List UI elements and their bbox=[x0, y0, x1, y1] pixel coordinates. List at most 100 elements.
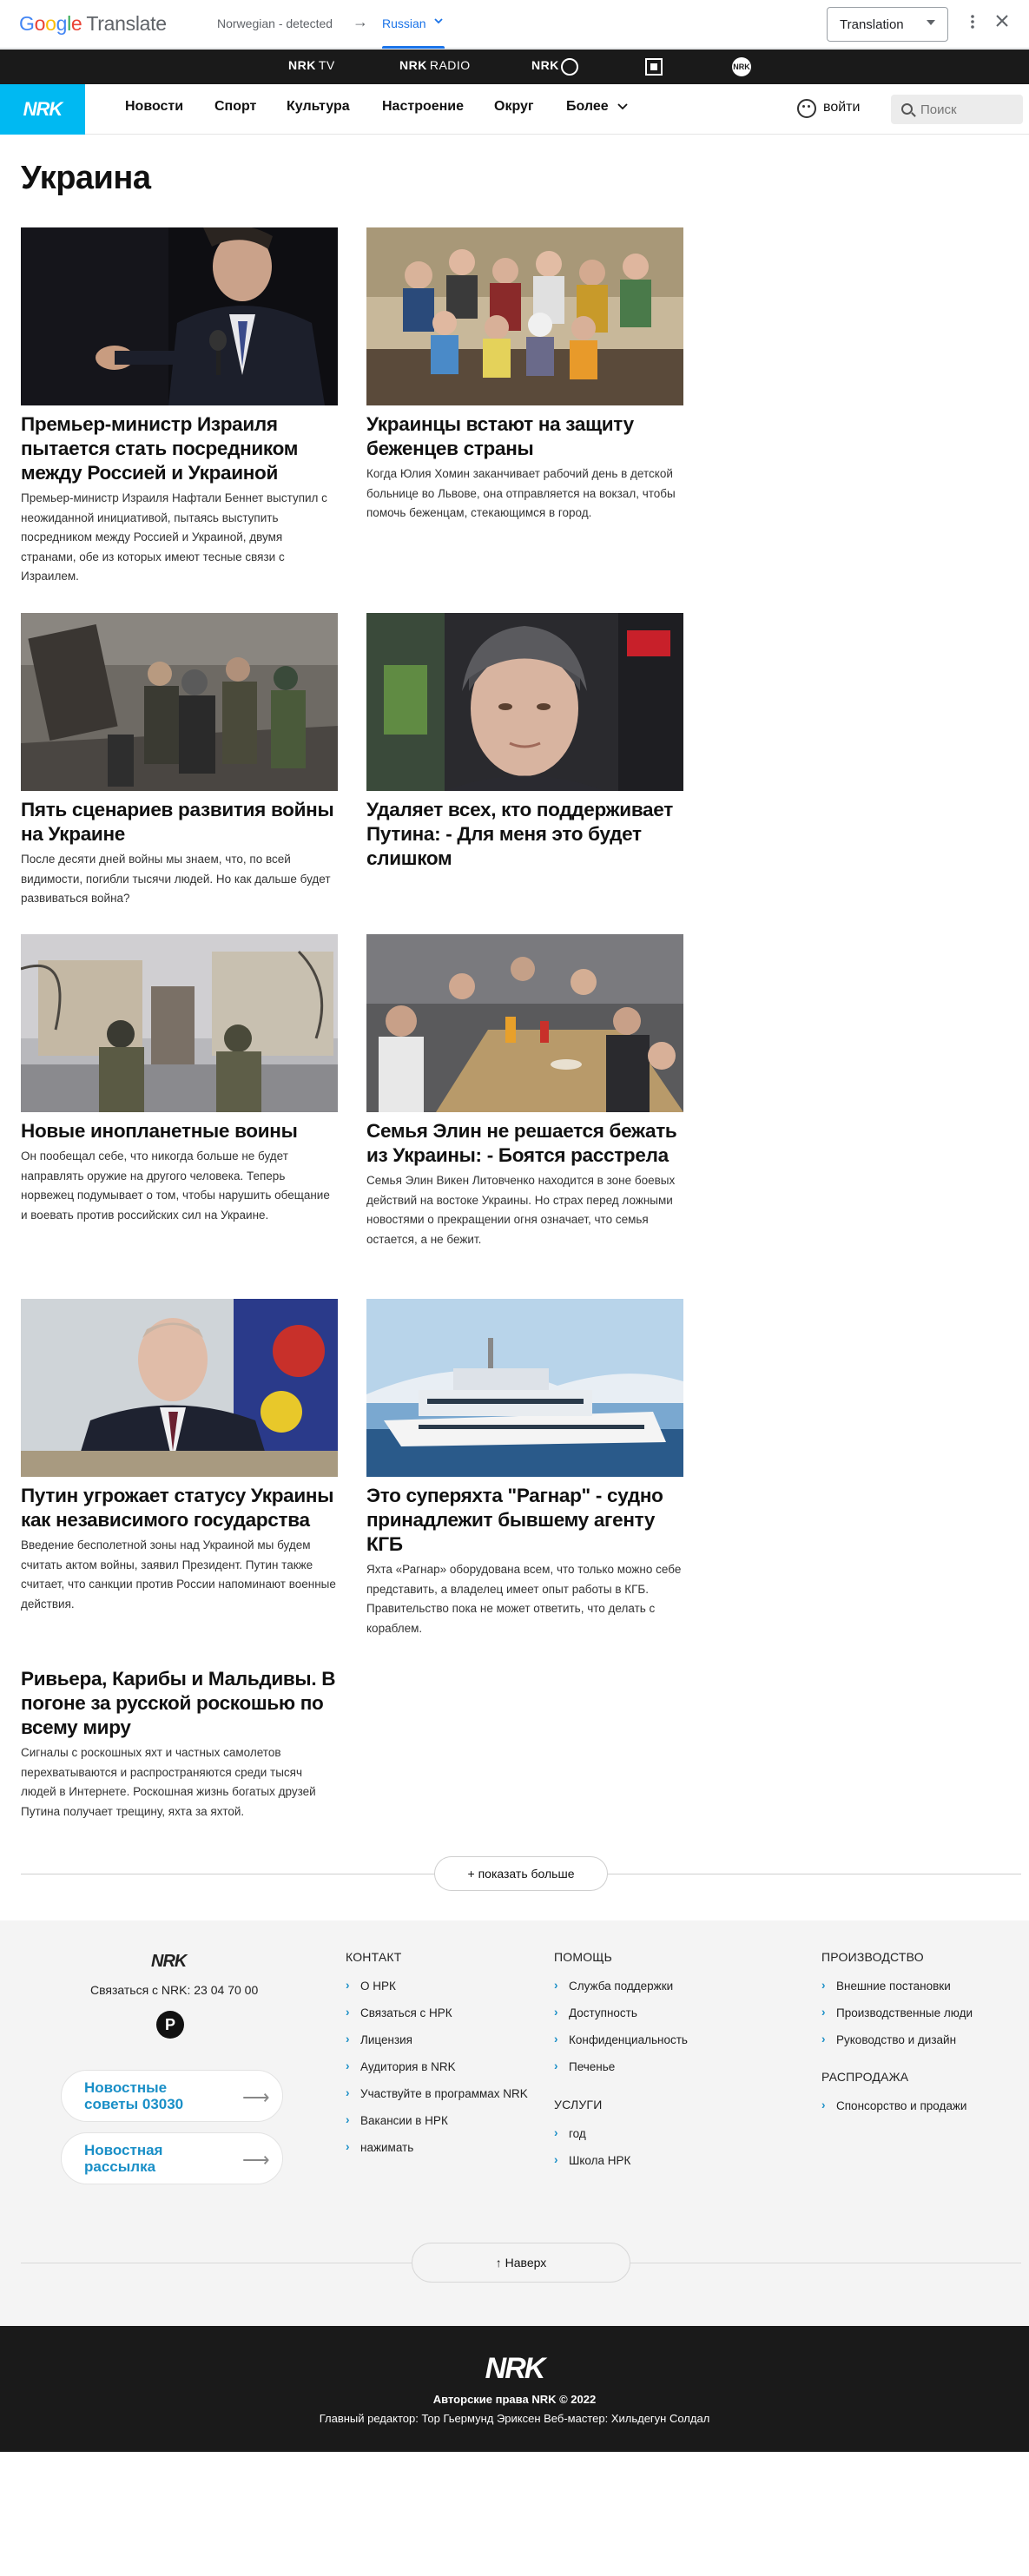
news-tips-button[interactable]: Новостные советы 03030 ⟶ bbox=[61, 2070, 283, 2122]
arrow-right-icon: ⟶ bbox=[242, 2149, 270, 2171]
article-title[interactable]: Премьер-министр Израиля пытается стать п… bbox=[21, 412, 338, 485]
article-card[interactable]: Новые инопланетные воины Он пообещал себ… bbox=[21, 934, 338, 1225]
back-to-top-button[interactable]: ↑ Наверх bbox=[412, 2243, 630, 2283]
super-icon[interactable] bbox=[561, 58, 578, 76]
article-image[interactable] bbox=[366, 613, 683, 791]
chevron-right-icon: › bbox=[346, 2006, 350, 2019]
article-card[interactable]: Пять сценариев развития войны на Украине… bbox=[21, 613, 338, 909]
nrk-logo[interactable]: NRK bbox=[0, 84, 85, 135]
nrk-radio-link[interactable]: NRK RADIO bbox=[399, 58, 471, 72]
article-image[interactable] bbox=[366, 227, 683, 405]
article-card[interactable]: Удаляет всех, кто поддерживает Путина: -… bbox=[366, 613, 683, 871]
footer-link[interactable]: › Аудитория в NRK bbox=[346, 2059, 456, 2073]
login-link[interactable]: войти bbox=[823, 100, 860, 115]
nrk-ung-icon[interactable]: NRK bbox=[732, 57, 751, 76]
chevron-right-icon: › bbox=[821, 2006, 826, 2019]
bottom-nrk-logo[interactable]: NRK bbox=[0, 2352, 1029, 2386]
chevron-right-icon: › bbox=[821, 2098, 826, 2112]
footer-link[interactable]: › Доступность bbox=[554, 2006, 637, 2019]
editor-credits: Главный редактор: Тор Гьермунд Эриксен В… bbox=[319, 2412, 710, 2425]
chevron-right-icon: › bbox=[554, 2153, 558, 2166]
chevron-right-icon: › bbox=[821, 1979, 826, 1992]
article-image[interactable] bbox=[21, 227, 338, 405]
footer-link[interactable]: › год bbox=[554, 2126, 586, 2140]
translation-mode-label: Translation bbox=[840, 16, 904, 32]
google-translate-logo[interactable]: Google Translate bbox=[19, 12, 167, 36]
footer-heading-contact: КОНТАКТ bbox=[346, 1950, 402, 1964]
article-title[interactable]: Украинцы встают на защиту беженцев стран… bbox=[366, 412, 683, 461]
article-card[interactable]: Украинцы встают на защиту беженцев стран… bbox=[366, 227, 683, 524]
p-icon[interactable]: P bbox=[156, 2011, 184, 2039]
chevron-right-icon: › bbox=[821, 2032, 826, 2046]
footer-heading-help: ПОМОЩЬ bbox=[554, 1950, 613, 1964]
article-title[interactable]: Новые инопланетные воины bbox=[21, 1119, 338, 1143]
article-title[interactable]: Это суперяхта "Рагнар" - судно принадлеж… bbox=[366, 1484, 683, 1557]
search-icon bbox=[901, 103, 913, 115]
service-bar: NRK TV NRK RADIO NRK NRK bbox=[0, 49, 1029, 84]
article-title[interactable]: Семья Элин не решается бежать из Украины… bbox=[366, 1119, 683, 1168]
footer-link[interactable]: › Внешние постановки bbox=[821, 1979, 951, 1993]
footer-link[interactable]: › Спонсорство и продажи bbox=[821, 2098, 966, 2112]
search-input[interactable] bbox=[920, 95, 1016, 124]
arrow-right-icon: ⟶ bbox=[242, 2086, 270, 2108]
article-card[interactable]: Семья Элин не решается бежать из Украины… bbox=[366, 934, 683, 1249]
yr-icon[interactable] bbox=[645, 58, 663, 76]
article-title[interactable]: Пять сценариев развития войны на Украине bbox=[21, 798, 338, 847]
chevron-right-icon: › bbox=[346, 2032, 350, 2046]
footer-link[interactable]: › Служба поддержки bbox=[554, 1979, 673, 1993]
footer-nrk-logo[interactable]: NRK bbox=[151, 1952, 187, 1972]
chevron-right-icon: › bbox=[346, 2140, 350, 2153]
article-image[interactable] bbox=[366, 934, 683, 1112]
close-icon[interactable] bbox=[995, 13, 1009, 31]
nav-item-more[interactable]: Более bbox=[566, 99, 628, 115]
bottom-bar: NRK Авторские права NRK © 2022 Главный р… bbox=[0, 2326, 1029, 2452]
chevron-right-icon: › bbox=[346, 1979, 350, 1992]
article-card[interactable]: Путин угрожает статусу Украины как незав… bbox=[21, 1299, 338, 1614]
nav-item-news[interactable]: Новости bbox=[125, 99, 183, 115]
nav-item-culture[interactable]: Культура bbox=[287, 99, 350, 115]
translate-bar: Google Translate Norwegian - detected → R… bbox=[0, 0, 1029, 49]
nrk-tv-link[interactable]: NRK TV bbox=[288, 58, 335, 72]
article-summary: Когда Юлия Хомин заканчивает рабочий ден… bbox=[366, 467, 676, 519]
article-title[interactable]: Путин угрожает статусу Украины как незав… bbox=[21, 1484, 338, 1532]
footer-link[interactable]: › Лицензия bbox=[346, 2032, 412, 2046]
nav-item-mood[interactable]: Настроение bbox=[382, 99, 464, 115]
article-title[interactable]: Ривьера, Карибы и Мальдивы. В погоне за … bbox=[21, 1667, 338, 1740]
article-summary: Семья Элин Викен Литовченко находится в … bbox=[366, 1174, 676, 1246]
target-language[interactable]: Russian bbox=[382, 16, 426, 30]
footer-link[interactable]: › Школа НРК bbox=[554, 2153, 630, 2167]
article-image[interactable] bbox=[21, 1299, 338, 1477]
user-face-icon[interactable] bbox=[797, 99, 816, 118]
footer-link[interactable]: › Вакансии в НРК bbox=[346, 2113, 448, 2127]
footer-heading-production: ПРОИЗВОДСТВО bbox=[821, 1950, 924, 1964]
nav-item-district[interactable]: Округ bbox=[494, 99, 534, 115]
article-summary: Яхта «Рагнар» оборудована всем, что толь… bbox=[366, 1563, 682, 1635]
more-vert-icon[interactable] bbox=[966, 13, 980, 34]
copyright: Авторские права NRK © 2022 bbox=[432, 2393, 597, 2406]
article-image[interactable] bbox=[21, 934, 338, 1112]
show-more-button[interactable]: + показать больше bbox=[434, 1856, 608, 1891]
nav-item-sport[interactable]: Спорт bbox=[214, 99, 256, 115]
source-language[interactable]: Norwegian - detected bbox=[217, 16, 333, 30]
search-box[interactable] bbox=[891, 95, 1023, 124]
article-card[interactable]: Премьер-министр Израиля пытается стать п… bbox=[21, 227, 338, 587]
article-card[interactable]: Ривьера, Карибы и Мальдивы. В погоне за … bbox=[21, 1667, 338, 1822]
footer-link[interactable]: › Конфиденциальность bbox=[554, 2032, 688, 2046]
footer-link[interactable]: › Производственные люди bbox=[821, 2006, 973, 2019]
article-title[interactable]: Удаляет всех, кто поддерживает Путина: -… bbox=[366, 798, 683, 871]
footer-link[interactable]: › Участвуйте в программах NRK bbox=[346, 2086, 528, 2100]
footer-link[interactable]: › Связаться с НРК bbox=[346, 2006, 452, 2019]
footer-link[interactable]: › Печенье bbox=[554, 2059, 615, 2073]
article-card[interactable]: Это суперяхта "Рагнар" - судно принадлеж… bbox=[366, 1299, 683, 1638]
newsletter-button[interactable]: Новостная рассылка ⟶ bbox=[61, 2132, 283, 2184]
nrk-super-link[interactable]: NRK bbox=[531, 58, 559, 72]
footer-link[interactable]: › О НРК bbox=[346, 1979, 396, 1993]
chevron-right-icon: › bbox=[346, 2113, 350, 2126]
footer-link[interactable]: › Руководство и дизайн bbox=[821, 2032, 956, 2046]
translation-mode-select[interactable]: Translation bbox=[827, 7, 948, 42]
article-image[interactable] bbox=[366, 1299, 683, 1477]
footer-link[interactable]: › нажимать bbox=[346, 2140, 413, 2154]
chevron-down-icon[interactable] bbox=[434, 15, 443, 27]
footer-heading-services: УСЛУГИ bbox=[554, 2098, 603, 2112]
article-image[interactable] bbox=[21, 613, 338, 791]
